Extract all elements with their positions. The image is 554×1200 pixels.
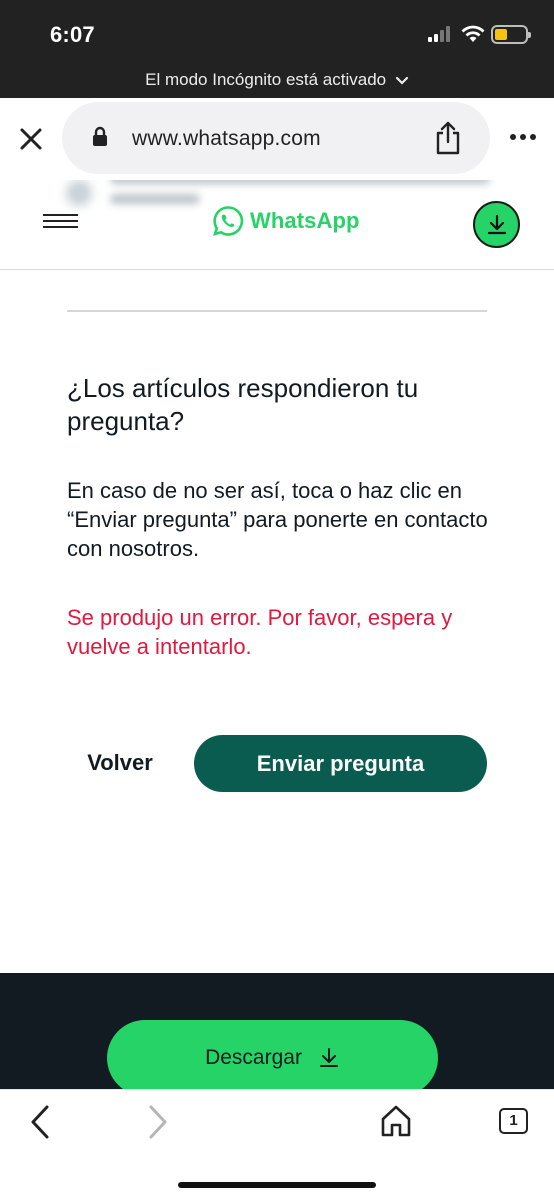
content-divider — [67, 310, 487, 312]
back-button[interactable]: Volver — [70, 740, 170, 786]
error-message: Se produjo un error. Por favor, espera y… — [67, 605, 453, 659]
download-icon — [319, 1048, 338, 1067]
battery-icon — [491, 25, 531, 44]
whatsapp-brand: WhatsApp — [250, 208, 360, 233]
incognito-banner-label: El modo Incógnito está activado — [145, 70, 387, 89]
wifi-icon — [461, 25, 485, 42]
menu-icon[interactable] — [43, 214, 78, 228]
download-button-label: Descargar — [205, 1046, 302, 1069]
home-icon[interactable] — [380, 1104, 412, 1138]
site-header: WhatsApp — [0, 180, 554, 270]
close-icon[interactable] — [18, 126, 44, 152]
share-icon[interactable] — [434, 120, 462, 156]
download-icon — [487, 214, 507, 235]
home-indicator — [178, 1182, 376, 1188]
incognito-banner[interactable]: El modo Incógnito está activado — [0, 62, 554, 98]
cellular-signal-icon — [428, 26, 454, 42]
chevron-down-icon — [395, 76, 408, 85]
back-arrow-icon[interactable] — [28, 1104, 52, 1140]
lock-icon — [93, 126, 107, 146]
tabs-icon[interactable]: 1 — [499, 1108, 528, 1134]
header-download-button[interactable] — [473, 201, 520, 248]
status-bar: 6:07 — [0, 0, 554, 62]
forward-arrow-icon[interactable] — [146, 1104, 170, 1140]
download-button[interactable]: Descargar — [107, 1020, 438, 1096]
status-time: 6:07 — [50, 22, 95, 47]
more-icon[interactable] — [510, 134, 536, 142]
whatsapp-icon — [213, 206, 244, 236]
feedback-question: ¿Los artículos respondieron tu pregunta? — [67, 373, 419, 436]
browser-toolbar: www.whatsapp.com — [0, 98, 554, 180]
address-bar[interactable]: www.whatsapp.com — [62, 102, 490, 174]
feedback-description: En caso de no ser así, toca o haz clic e… — [67, 478, 488, 561]
send-question-button[interactable]: Enviar pregunta — [194, 735, 487, 792]
whatsapp-logo[interactable]: WhatsApp — [212, 204, 360, 238]
url-text: www.whatsapp.com — [132, 127, 321, 150]
